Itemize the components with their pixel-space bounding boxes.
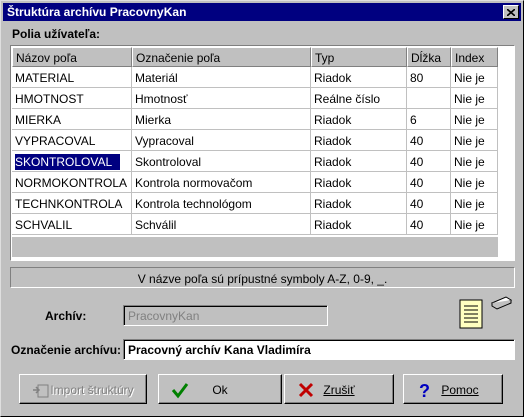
- cell-index[interactable]: Nie je: [451, 109, 498, 130]
- cell-field-name[interactable]: NORMOKONTROLA: [12, 172, 132, 193]
- cell-field-label[interactable]: Materiál: [132, 67, 311, 88]
- cell-index[interactable]: Nie je: [451, 130, 498, 151]
- cell-field-label[interactable]: Vypracoval: [132, 130, 311, 151]
- column-header[interactable]: Dĺžka: [407, 47, 451, 67]
- cell-field-label[interactable]: Skontroloval: [132, 151, 311, 172]
- cell-type[interactable]: Riadok: [311, 151, 407, 172]
- cell-field-label[interactable]: Kontrola technológom: [132, 193, 311, 214]
- archive-description-field[interactable]: Pracovný archív Kana Vladimíra: [123, 339, 515, 360]
- cell-length[interactable]: 40: [407, 172, 451, 193]
- archive-label: Archív:: [45, 309, 87, 323]
- cell-field-name[interactable]: MIERKA: [12, 109, 132, 130]
- table-row[interactable]: TECHNKONTROLA Kontrola technológom Riado…: [12, 193, 498, 214]
- cell-length[interactable]: [407, 88, 451, 109]
- close-button[interactable]: [503, 5, 519, 19]
- table-row[interactable]: NORMOKONTROLA Kontrola normovačom Riadok…: [12, 172, 498, 193]
- cell-length[interactable]: 40: [407, 193, 451, 214]
- close-icon: [507, 8, 515, 16]
- dialog-window: Štruktúra archívu PracovnyKan Polia užív…: [0, 0, 524, 417]
- table-row[interactable]: VYPRACOVAL Vypracoval Riadok 40 Nie je: [12, 130, 498, 151]
- table-row-selected[interactable]: SKONTROLOVAL Skontroloval Riadok 40 Nie …: [12, 151, 498, 172]
- cancel-label: Zrušiť: [323, 383, 355, 397]
- cell-field-label[interactable]: Schválil: [132, 214, 311, 235]
- cell-field-name[interactable]: VYPRACOVAL: [12, 130, 132, 151]
- cell-type[interactable]: Riadok: [311, 193, 407, 214]
- column-header[interactable]: Typ: [311, 47, 407, 67]
- archive-description-label: Označenie archívu:: [11, 343, 122, 357]
- cell-length[interactable]: 6: [407, 109, 451, 130]
- table-row[interactable]: SCHVALIL Schválil Riadok 40 Nie je: [12, 214, 498, 235]
- cancel-button[interactable]: Zrušiť: [284, 374, 394, 404]
- column-header[interactable]: Názov poľa: [12, 47, 132, 67]
- fields-label: Polia užívateľa:: [12, 27, 100, 41]
- cell-index[interactable]: Nie je: [451, 193, 498, 214]
- table-header: Názov poľa Označenie poľa Typ Dĺžka Inde…: [12, 47, 498, 67]
- horizontal-scrollbar[interactable]: [12, 237, 498, 257]
- title-bar[interactable]: Štruktúra archívu PracovnyKan: [3, 3, 521, 21]
- cell-index[interactable]: Nie je: [451, 172, 498, 193]
- cell-type[interactable]: Riadok: [311, 109, 407, 130]
- help-label: Pomoc: [441, 383, 479, 397]
- table-row[interactable]: MIERKA Mierka Riadok 6 Nie je: [12, 109, 498, 130]
- cell-type[interactable]: Riadok: [311, 214, 407, 235]
- cell-type[interactable]: Riadok: [311, 67, 407, 88]
- cell-field-name[interactable]: HMOTNOST: [12, 88, 132, 109]
- cell-field-name-selected[interactable]: SKONTROLOVAL: [12, 151, 132, 172]
- import-structure-button: Import štruktúry: [19, 374, 147, 404]
- cell-length[interactable]: 80: [407, 67, 451, 88]
- grid-right-area: [498, 46, 514, 258]
- table-row[interactable]: MATERIAL Materiál Riadok 80 Nie je: [12, 67, 498, 88]
- cell-index[interactable]: Nie je: [451, 151, 498, 172]
- notepad-icon[interactable]: [459, 296, 513, 330]
- cell-index[interactable]: Nie je: [451, 214, 498, 235]
- cell-field-label[interactable]: Mierka: [132, 109, 311, 130]
- cell-field-label[interactable]: Hmotnosť: [132, 88, 311, 109]
- column-header[interactable]: Index: [451, 47, 498, 67]
- ok-button[interactable]: Ok: [158, 374, 282, 404]
- hint-panel: V názve poľa sú prípustné symboly A-Z, 0…: [10, 267, 515, 288]
- table-row[interactable]: HMOTNOST Hmotnosť Reálne číslo Nie je: [12, 88, 498, 109]
- cell-type[interactable]: Riadok: [311, 130, 407, 151]
- cell-index[interactable]: Nie je: [451, 67, 498, 88]
- cell-length[interactable]: 40: [407, 151, 451, 172]
- ok-label: Ok: [212, 383, 228, 397]
- selected-text: SKONTROLOVAL: [15, 154, 121, 170]
- cell-field-label[interactable]: Kontrola normovačom: [132, 172, 311, 193]
- cell-field-name[interactable]: SCHVALIL: [12, 214, 132, 235]
- cell-length[interactable]: 40: [407, 214, 451, 235]
- cell-index[interactable]: Nie je: [451, 88, 498, 109]
- cell-type[interactable]: Reálne číslo: [311, 88, 407, 109]
- import-label: Import štruktúry: [50, 383, 134, 397]
- help-button[interactable]: ? Pomoc: [403, 374, 503, 404]
- cell-field-name[interactable]: MATERIAL: [12, 67, 132, 88]
- window-title: Štruktúra archívu PracovnyKan: [7, 5, 187, 19]
- column-header[interactable]: Označenie poľa: [132, 47, 311, 67]
- cell-length[interactable]: 40: [407, 130, 451, 151]
- archive-name-field: PracovnyKan: [123, 305, 328, 326]
- cell-field-name[interactable]: TECHNKONTROLA: [12, 193, 132, 214]
- fields-table[interactable]: Názov poľa Označenie poľa Typ Dĺžka Inde…: [10, 45, 515, 261]
- cell-type[interactable]: Riadok: [311, 172, 407, 193]
